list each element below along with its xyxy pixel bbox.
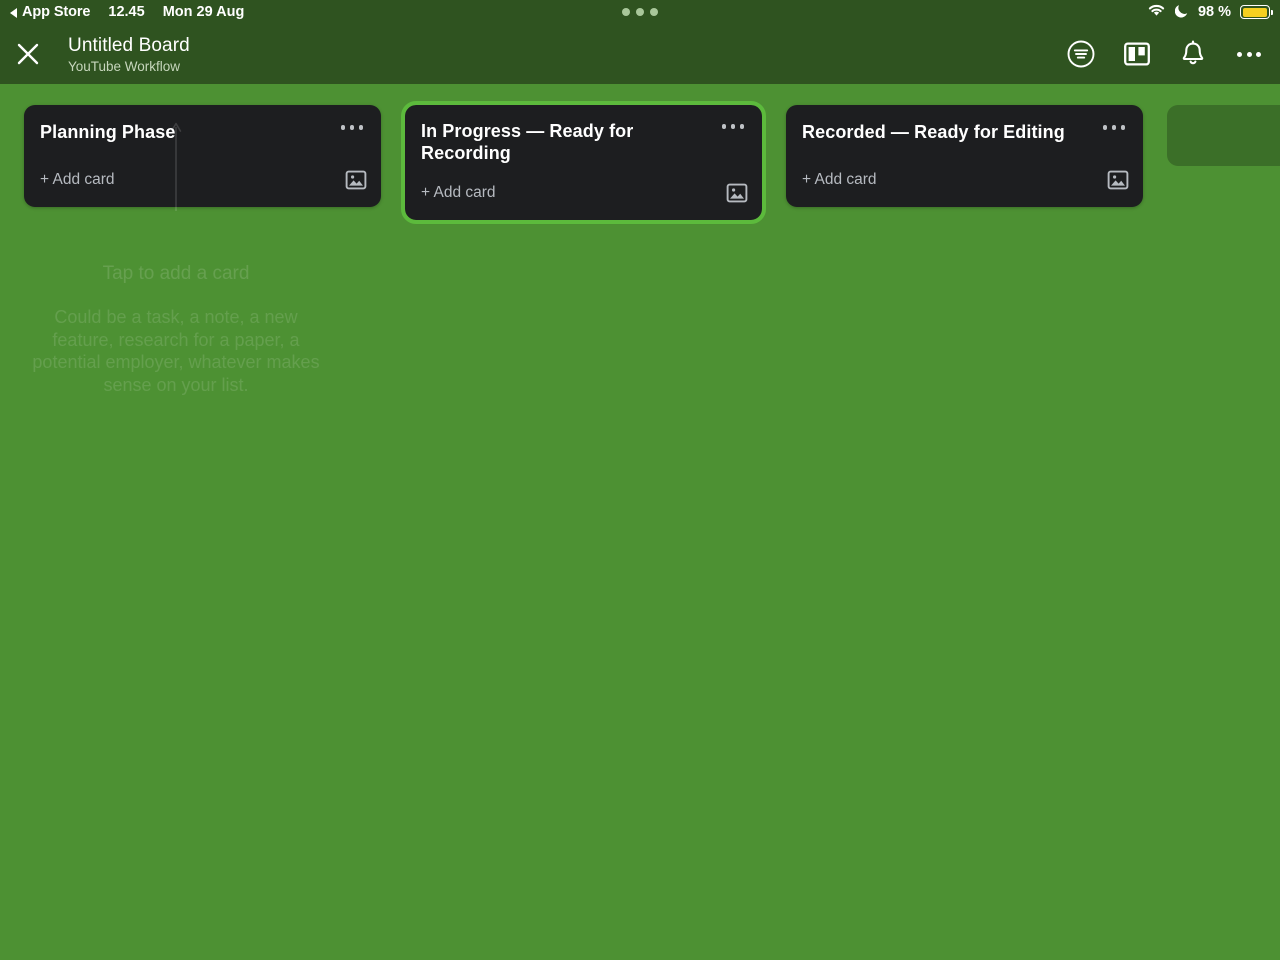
board-view-icon [1124, 42, 1150, 66]
list-header: Planning Phase [24, 105, 381, 153]
close-x-icon [17, 43, 39, 65]
list-overflow-button[interactable] [716, 120, 747, 129]
status-bar: App Store 12.45 Mon 29 Aug 98 % [0, 0, 1280, 24]
moon-icon [1174, 3, 1189, 22]
filter-circle-icon [1067, 40, 1095, 68]
header-actions [1064, 24, 1266, 84]
battery-icon [1240, 5, 1273, 19]
back-triangle-icon[interactable] [10, 7, 17, 18]
add-card-button[interactable]: + Add card [40, 170, 115, 190]
list-overflow-icon [1102, 125, 1125, 130]
add-card-button[interactable]: + Add card [421, 183, 496, 203]
board-canvas[interactable]: Planning Phase + Add card In Progress — … [0, 84, 1280, 960]
status-bar-time: 12.45 [108, 4, 145, 20]
overflow-menu-icon [1237, 51, 1261, 57]
list-title[interactable]: Planning Phase [40, 121, 175, 143]
bell-icon [1182, 40, 1204, 65]
filter-button[interactable] [1064, 37, 1098, 71]
board-app-root: App Store 12.45 Mon 29 Aug 98 % Untitled… [0, 0, 1280, 960]
list-title[interactable]: In Progress — Ready for Recording [421, 120, 706, 164]
list-overflow-button[interactable] [335, 121, 366, 130]
board-header: Untitled Board YouTube Workflow [0, 24, 1280, 84]
image-attachment-button[interactable] [345, 169, 367, 191]
list-column[interactable]: In Progress — Ready for Recording + Add … [401, 101, 766, 224]
hint-body: Could be a task, a note, a new feature, … [32, 307, 320, 395]
battery-percent-label: 98 % [1197, 4, 1231, 20]
list-title[interactable]: Recorded — Ready for Editing [802, 121, 1065, 143]
status-bar-left: App Store 12.45 Mon 29 Aug [10, 4, 244, 20]
list-header: Recorded — Ready for Editing [786, 105, 1143, 153]
hint-title: Tap to add a card [102, 263, 250, 284]
image-attachment-button[interactable] [726, 182, 748, 204]
notifications-button[interactable] [1176, 37, 1210, 71]
list-overflow-icon [340, 125, 363, 130]
list-footer: + Add card [405, 164, 762, 220]
overflow-menu-button[interactable] [1232, 37, 1266, 71]
list-overflow-icon [721, 124, 744, 129]
lists-row: Planning Phase + Add card In Progress — … [24, 101, 1280, 224]
list-overflow-button[interactable] [1097, 121, 1128, 130]
list-footer: + Add card [786, 153, 1143, 207]
close-board-button[interactable] [0, 24, 56, 84]
list-column[interactable]: Recorded — Ready for Editing + Add card [786, 105, 1143, 207]
image-attachment-icon [345, 170, 367, 190]
image-attachment-icon [1107, 170, 1129, 190]
list-footer: + Add card [24, 153, 381, 207]
list-column[interactable]: Planning Phase + Add card [24, 105, 381, 207]
page-title: Untitled Board [68, 34, 190, 56]
add-card-button[interactable]: + Add card [802, 170, 877, 190]
add-list-placeholder[interactable] [1167, 105, 1280, 166]
list-header: In Progress — Ready for Recording [405, 105, 762, 164]
image-attachment-button[interactable] [1107, 169, 1129, 191]
back-to-app-label[interactable]: App Store [22, 4, 90, 20]
board-title-group[interactable]: Untitled Board YouTube Workflow [68, 34, 190, 75]
status-bar-right: 98 % [1147, 0, 1273, 24]
status-bar-date: Mon 29 Aug [162, 4, 245, 20]
wifi-icon [1147, 3, 1166, 21]
board-view-button[interactable] [1120, 37, 1154, 71]
multitask-dots-icon[interactable] [622, 8, 658, 16]
board-subtitle: YouTube Workflow [68, 58, 181, 74]
image-attachment-icon [726, 183, 748, 203]
